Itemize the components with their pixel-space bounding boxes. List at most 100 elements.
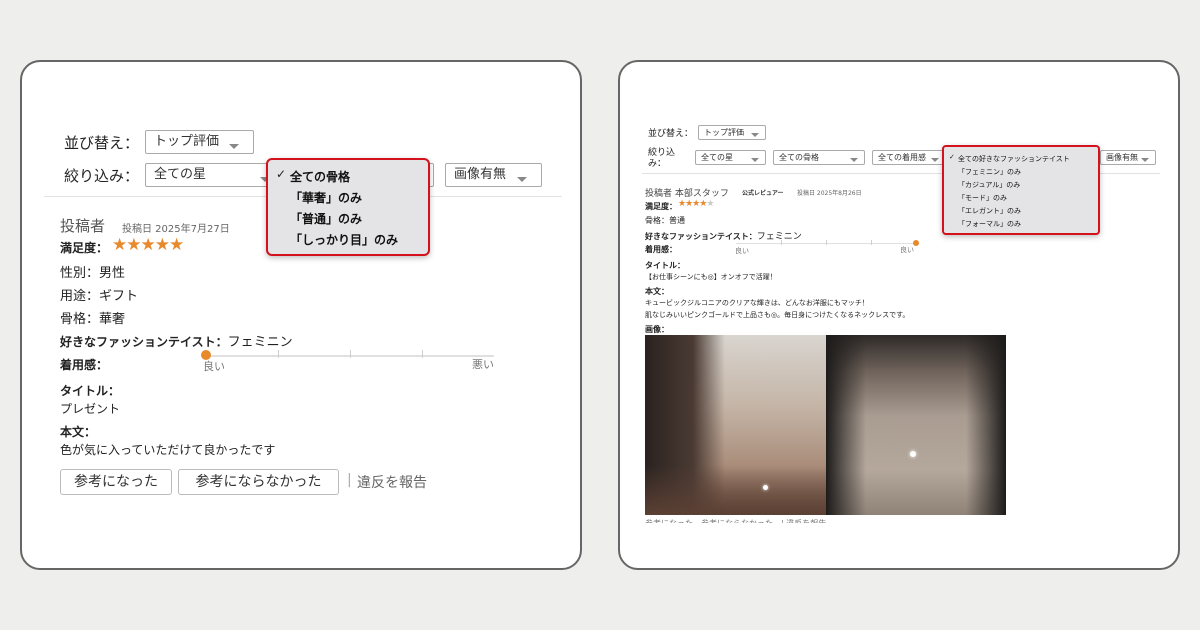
taste-field: 好きなファッションテイスト：フェミニン	[645, 229, 802, 242]
star-filter-select[interactable]: 全ての星	[695, 150, 766, 165]
report-link[interactable]: 違反を報告	[357, 472, 427, 492]
pendant-sparkle	[763, 485, 768, 490]
post-date: 投稿日 2025年8月26日	[797, 190, 862, 197]
title-value: 【お仕事シーンにも◎】オンオフで活躍！	[645, 273, 777, 281]
dropdown-option[interactable]: 「カジュアル」のみ	[958, 180, 1020, 190]
chevron-down-icon	[517, 177, 527, 182]
dropdown-option[interactable]: 全ての骨格	[290, 168, 350, 185]
gender-field: 性別：男性	[60, 266, 126, 281]
dropdown-option[interactable]: 「普通」のみ	[290, 210, 362, 227]
taste-label: 好きなファッションテイスト：	[645, 232, 757, 241]
rating-stars: ★★★★★	[678, 199, 714, 209]
chevron-down-icon	[229, 144, 239, 149]
body-value: 色が気に入っていただけて良かったです	[60, 443, 276, 457]
image-label: 画像：	[645, 325, 669, 334]
star-icon: ★	[112, 235, 127, 255]
body-line-1: キュービックジルコニアのクリアな輝きは、どんなお洋服にもマッチ！	[645, 299, 869, 307]
taste-value: フェミニン	[227, 335, 293, 350]
official-reviewer-badge: 公式レビュアー	[742, 190, 784, 197]
star-icon: ★	[126, 235, 141, 255]
star-icon: ★	[154, 235, 170, 255]
right-review-panel: 並び替え： トップ評価 絞り込 み： 全ての星 全ての骨格 全ての着用感 画像有…	[618, 60, 1180, 570]
dropdown-option[interactable]: 「エレガント」のみ	[958, 206, 1021, 216]
image-filter-value: 画像有無	[454, 167, 507, 182]
star-icon: ★	[169, 235, 184, 255]
taste-field: 好きなファッションテイスト：フェミニン	[60, 331, 293, 350]
filter-label: 絞り込み：	[64, 167, 140, 185]
image-filter-select[interactable]: 画像有無	[445, 163, 542, 187]
review-actions-cutoff: 参考になった 参考にならなかった | 違反を報告	[645, 518, 826, 523]
poster-name: 投稿者 本部スタッフ	[645, 189, 729, 199]
star-filter-value: 全ての星	[154, 167, 207, 182]
body-label: 本文：	[645, 287, 669, 296]
scale-tick	[350, 350, 351, 358]
body-label: 本文：	[60, 425, 97, 439]
frame-filter-value: 全ての骨格	[779, 153, 819, 162]
sort-select[interactable]: トップ評価	[698, 125, 766, 140]
hair-shape	[826, 335, 866, 515]
title-value: プレゼント	[60, 402, 121, 416]
separator: |	[347, 472, 352, 488]
review-photo-side[interactable]	[645, 335, 826, 515]
dropdown-option[interactable]: 「華奢」のみ	[290, 189, 362, 206]
purpose-field: 用途：ギフト	[60, 289, 139, 304]
fit-filter-select[interactable]: 全ての着用感	[872, 150, 946, 165]
dropdown-option[interactable]: 「モード」のみ	[958, 193, 1007, 203]
fit-label: 着用感：	[645, 245, 677, 254]
fit-right-label: 良い	[900, 246, 914, 254]
scale-tick	[826, 240, 827, 245]
left-review-panel: 並び替え： トップ評価 絞り込み： 全ての星 画像有無 ✓ 全ての骨格 「華奢」…	[20, 60, 582, 570]
frame-filter-dropdown: ✓ 全ての骨格 「華奢」のみ 「普通」のみ 「しっかり目」のみ	[266, 158, 430, 256]
frame-filter-select[interactable]: 全ての骨格	[773, 150, 865, 165]
checkmark-icon: ✓	[276, 167, 287, 181]
review-photo-front[interactable]	[826, 335, 1006, 515]
taste-value: フェミニン	[756, 232, 802, 242]
star-filter-select[interactable]: 全ての星	[145, 163, 285, 187]
dropdown-option[interactable]: 「フォーマル」のみ	[958, 219, 1021, 229]
poster-label: 投稿者	[60, 217, 106, 235]
frame-field: 骨格：華奢	[60, 312, 126, 327]
title-label: タイトル：	[60, 384, 121, 398]
sort-label: 並び替え：	[648, 129, 694, 139]
scale-tick	[422, 350, 423, 358]
scale-tick	[871, 240, 872, 245]
chevron-down-icon	[1141, 158, 1149, 162]
star-icon: ★	[140, 235, 156, 255]
frame-field: 骨格：普通	[645, 216, 685, 225]
fit-good-label: 良い	[735, 247, 749, 255]
sort-label: 並び替え：	[64, 134, 140, 152]
satisfaction-label: 満足度：	[645, 202, 677, 211]
chevron-down-icon	[751, 158, 759, 162]
title-label: タイトル：	[645, 261, 685, 270]
dropdown-option[interactable]: 「フェミニン」のみ	[958, 167, 1021, 177]
pendant-sparkle	[910, 451, 916, 457]
image-filter-value: 画像有無	[1106, 153, 1138, 162]
star-filter-value: 全ての星	[701, 153, 733, 162]
scale-tick	[278, 350, 279, 358]
post-date: 投稿日 2025年7月27日	[122, 224, 230, 235]
fit-bad-label: 悪い	[472, 358, 494, 371]
helpful-button[interactable]: 参考になった	[60, 469, 172, 495]
not-helpful-button[interactable]: 参考にならなかった	[178, 469, 339, 495]
dropdown-option[interactable]: 全ての好きなファッションテイスト	[958, 154, 1070, 164]
scale-tick	[781, 240, 782, 245]
fit-good-label: 良い	[203, 360, 225, 373]
taste-label: 好きなファッションテイスト：	[60, 335, 228, 349]
chevron-down-icon	[751, 133, 759, 137]
sort-select[interactable]: トップ評価	[145, 130, 254, 154]
checkmark-icon: ✓	[949, 153, 955, 161]
sort-select-value: トップ評価	[704, 128, 744, 137]
chevron-down-icon	[931, 158, 939, 162]
sort-select-value: トップ評価	[154, 134, 220, 149]
fit-filter-value: 全ての着用感	[878, 153, 926, 162]
hair-shape	[966, 335, 1006, 515]
dropdown-option[interactable]: 「しっかり目」のみ	[290, 231, 398, 248]
body-line-2: 肌なじみいいピンクゴールドで上品さも◎。毎日身につけたくなるネックレスです。	[645, 311, 910, 319]
chevron-down-icon	[850, 158, 858, 162]
image-filter-select[interactable]: 画像有無	[1100, 150, 1156, 165]
satisfaction-label: 満足度：	[60, 241, 109, 255]
filter-label-line2: み：	[648, 159, 667, 169]
taste-filter-dropdown: ✓ 全ての好きなファッションテイスト 「フェミニン」のみ 「カジュアル」のみ 「…	[942, 145, 1100, 235]
rating-stars: ★★★★★	[112, 235, 184, 255]
blouse-shape	[645, 465, 826, 515]
